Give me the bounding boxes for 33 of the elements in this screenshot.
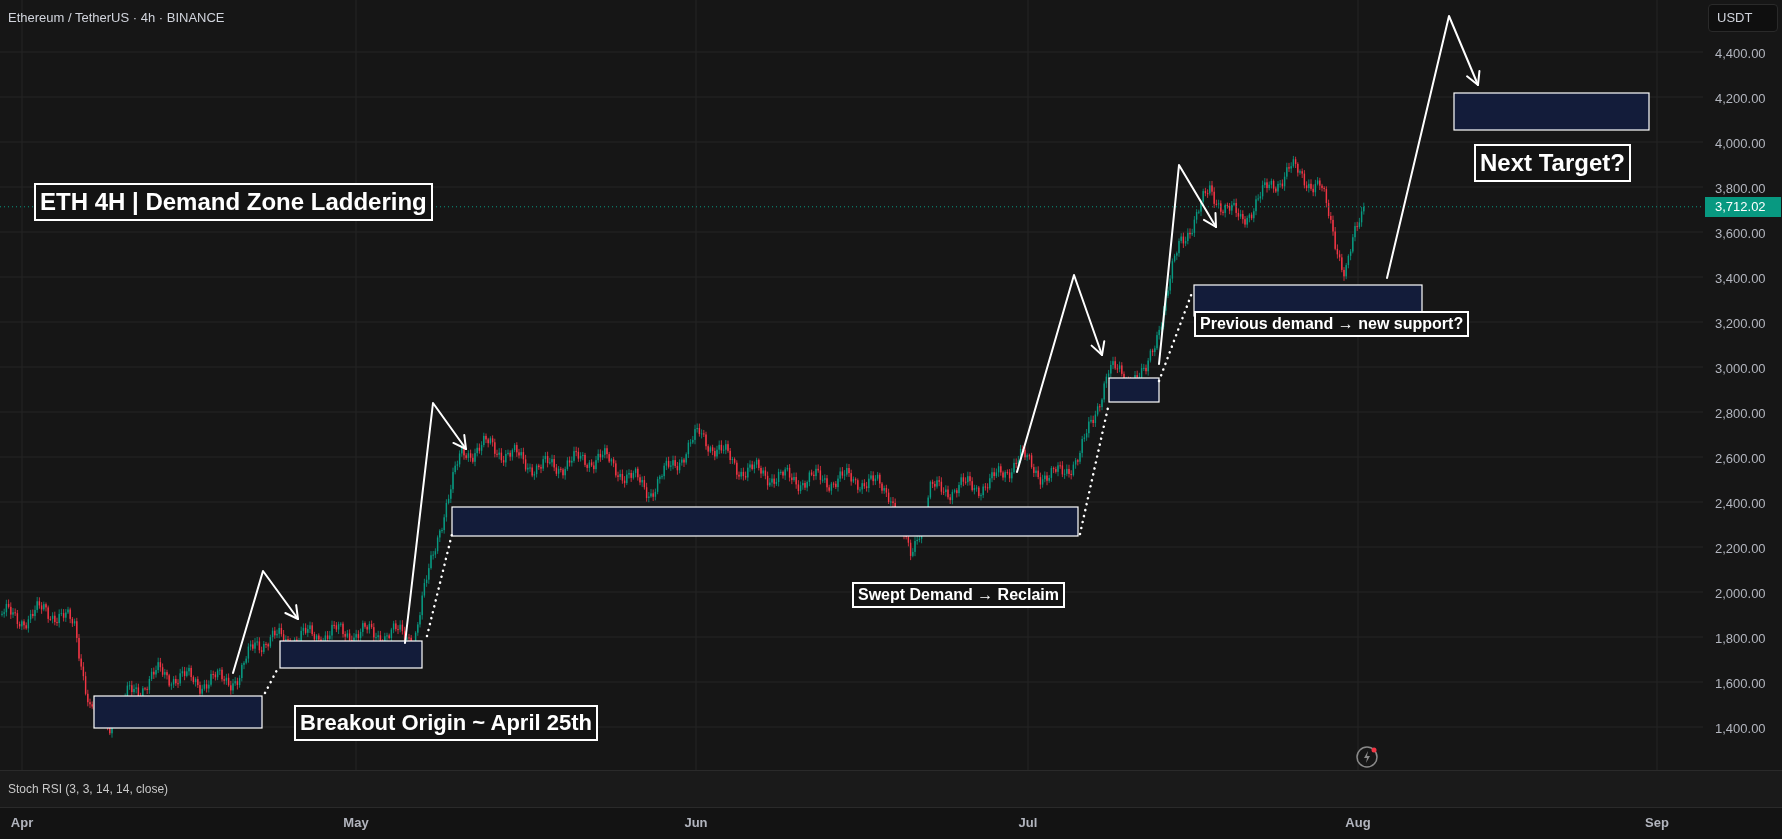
price-label: 3,600.00 bbox=[1715, 225, 1766, 243]
price-label: 4,400.00 bbox=[1715, 45, 1766, 63]
price-label: 3,000.00 bbox=[1715, 360, 1766, 378]
last-price-badge: 3,712.02 bbox=[1705, 196, 1781, 217]
price-label: 2,800.00 bbox=[1715, 405, 1766, 423]
chart-symbol-title: Ethereum / TetherUS · 4h · BINANCE bbox=[8, 9, 225, 27]
price-label: 1,400.00 bbox=[1715, 720, 1766, 738]
currency-button[interactable]: USDT bbox=[1708, 4, 1778, 32]
price-label: 2,000.00 bbox=[1715, 585, 1766, 603]
time-label: May bbox=[343, 814, 369, 832]
price-label: 2,200.00 bbox=[1715, 540, 1766, 558]
price-label: 1,800.00 bbox=[1715, 630, 1766, 648]
annotation-label: Next Target? bbox=[1474, 144, 1631, 182]
lightning-icon[interactable] bbox=[1355, 745, 1379, 769]
time-label: Apr bbox=[10, 814, 34, 832]
price-label: 3,200.00 bbox=[1715, 315, 1766, 333]
price-label: 4,000.00 bbox=[1715, 135, 1766, 153]
annotation-label: Previous demand → new support? bbox=[1194, 311, 1470, 337]
price-label: 4,200.00 bbox=[1715, 90, 1766, 108]
annotation-label: Breakout Origin ~ April 25th bbox=[294, 705, 598, 741]
demand-zone bbox=[1108, 377, 1160, 403]
annotation-label: Swept Demand → Reclaim bbox=[852, 582, 1065, 608]
price-label: 2,400.00 bbox=[1715, 495, 1766, 513]
price-label: 3,400.00 bbox=[1715, 270, 1766, 288]
indicator-label: Stoch RSI (3, 3, 14, 14, close) bbox=[8, 781, 169, 798]
price-label: 2,600.00 bbox=[1715, 450, 1766, 468]
price-label: 3,800.00 bbox=[1715, 180, 1766, 198]
time-label: Jun bbox=[684, 814, 708, 832]
annotation-label: ETH 4H | Demand Zone Laddering bbox=[34, 183, 433, 221]
time-label: Jul bbox=[1018, 814, 1038, 832]
time-label: Sep bbox=[1645, 814, 1669, 832]
time-label: Aug bbox=[1345, 814, 1371, 832]
price-label: 1,600.00 bbox=[1715, 675, 1766, 693]
